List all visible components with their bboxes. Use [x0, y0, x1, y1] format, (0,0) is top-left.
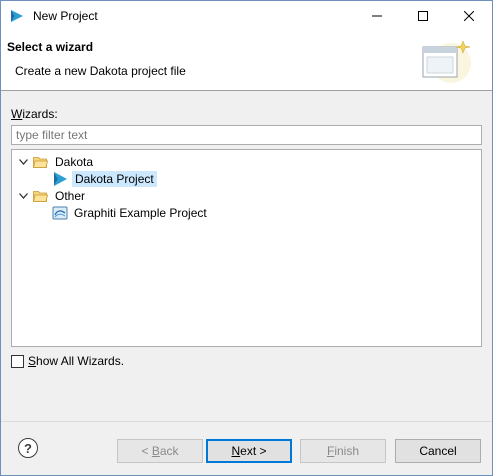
title-bar[interactable]: New Project — [1, 1, 492, 31]
tree-node-graphiti-example[interactable]: Graphiti Example Project — [52, 204, 209, 222]
close-button[interactable] — [446, 1, 492, 31]
chevron-down-icon[interactable] — [18, 191, 28, 201]
new-project-dialog: New Project Select a wizard Create a new… — [0, 0, 493, 476]
tree-label-graphiti-example: Graphiti Example Project — [74, 206, 207, 220]
minimize-button[interactable] — [354, 1, 400, 31]
graphiti-project-icon — [52, 206, 68, 220]
tree-node-dakota-project[interactable]: Dakota Project — [52, 170, 157, 188]
maximize-icon — [418, 11, 428, 21]
next-button[interactable]: Next > — [206, 439, 292, 463]
wizard-banner-icon — [422, 40, 471, 83]
open-folder-icon — [33, 157, 48, 168]
tree-node-other[interactable]: Other — [18, 187, 87, 205]
show-all-wizards-checkbox[interactable] — [11, 354, 24, 368]
minimize-icon — [372, 15, 382, 17]
back-button[interactable]: < Back — [117, 439, 203, 463]
window-title: New Project — [33, 9, 98, 23]
wizard-banner: Select a wizard Create a new Dakota proj… — [1, 31, 492, 91]
tree-node-dakota[interactable]: Dakota — [18, 153, 95, 171]
wizard-tree[interactable]: Dakota Dakota Project Other Graphiti Exa… — [11, 149, 482, 347]
cancel-button[interactable]: Cancel — [395, 439, 481, 463]
help-icon: ? — [24, 440, 32, 456]
maximize-button[interactable] — [400, 1, 446, 31]
button-bar-separator — [1, 421, 492, 422]
wizards-label: Wizards: — [11, 107, 58, 121]
show-all-wizards-row[interactable]: Show All Wizards. — [11, 353, 124, 369]
tree-label-other: Other — [55, 189, 86, 203]
chevron-down-icon[interactable] — [18, 157, 28, 167]
filter-input[interactable] — [11, 125, 482, 145]
banner-title: Select a wizard — [7, 40, 94, 54]
help-button[interactable]: ? — [18, 438, 38, 458]
finish-button[interactable]: Finish — [300, 439, 386, 463]
close-icon — [464, 11, 474, 21]
tree-label-dakota-project: Dakota Project — [72, 171, 157, 187]
dakota-project-icon — [54, 172, 67, 186]
banner-description: Create a new Dakota project file — [15, 64, 186, 78]
show-all-wizards-label: Show All Wizards. — [28, 354, 125, 368]
tree-label-dakota: Dakota — [55, 155, 94, 169]
open-folder-icon — [33, 191, 48, 202]
dakota-app-icon — [11, 10, 23, 22]
